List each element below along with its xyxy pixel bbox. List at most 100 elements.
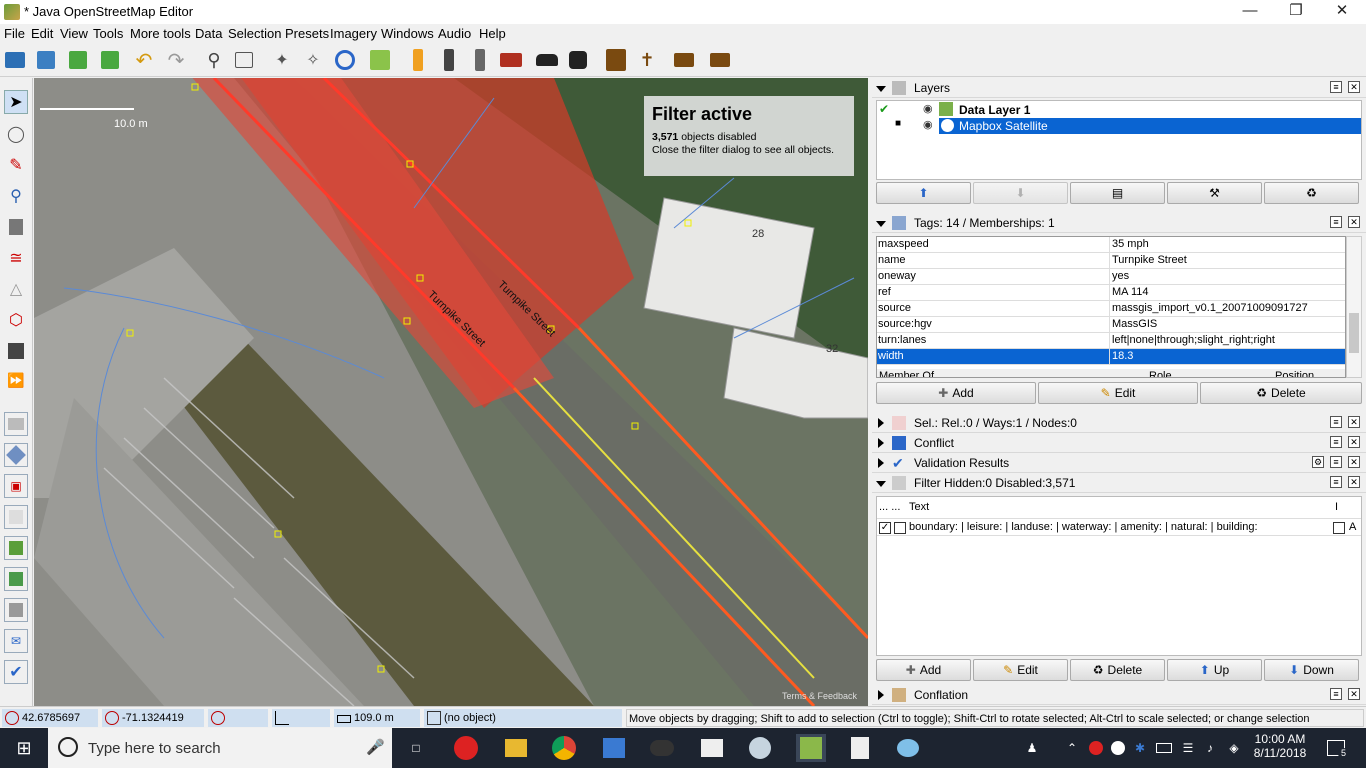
preferences-icon[interactable]: [232, 48, 256, 72]
collapse-icon[interactable]: [876, 221, 886, 227]
draw-nodes-icon[interactable]: ✎: [4, 153, 28, 177]
filter-enabled-checkbox[interactable]: ✓: [879, 522, 891, 534]
menu-view[interactable]: View: [60, 26, 88, 41]
toggle-selection-icon[interactable]: ▣: [4, 474, 28, 498]
filter-panel-header[interactable]: Filter Hidden:0 Disabled:3,571 ≡ ✕: [872, 473, 1366, 493]
chrome-icon[interactable]: [550, 734, 578, 762]
more-tools-icon[interactable]: ⏩: [4, 368, 28, 392]
layers-panel-header[interactable]: Layers ≡ ✕: [872, 78, 1366, 98]
filter-down-button[interactable]: ⬇ Down: [1264, 659, 1359, 681]
menu-file[interactable]: File: [4, 26, 25, 41]
undock-icon[interactable]: ≡: [1330, 476, 1342, 488]
task-view-icon[interactable]: □: [402, 734, 430, 762]
tourism-icon[interactable]: [604, 48, 628, 72]
clock[interactable]: 10:00 AM 8/11/2018: [1250, 732, 1310, 760]
tag-row[interactable]: maxspeed 35 mph: [877, 237, 1345, 253]
visibility-eye-icon[interactable]: ◉: [923, 102, 933, 115]
filter-hide-checkbox[interactable]: [894, 522, 906, 534]
filter-table[interactable]: ... ... Text I ✓ boundary: | leisure: | …: [876, 496, 1362, 656]
tags-scrollbar[interactable]: [1346, 236, 1362, 378]
clapperboard-icon[interactable]: [698, 734, 726, 762]
close-panel-icon[interactable]: ✕: [1348, 216, 1360, 228]
orthogonalize-icon[interactable]: [368, 48, 392, 72]
notifications-icon[interactable]: 5: [1322, 734, 1350, 762]
validation-panel-header[interactable]: ✔ Validation Results ⚙ ≡ ✕: [872, 453, 1366, 473]
toggle-minimap-icon[interactable]: [4, 598, 28, 622]
toggle-relations-icon[interactable]: [4, 505, 28, 529]
close-panel-icon[interactable]: ✕: [1348, 456, 1360, 468]
windows-start-icon[interactable]: ⊞: [10, 734, 38, 762]
tag-row[interactable]: source:hgv MassGIS: [877, 317, 1345, 333]
menu-edit[interactable]: Edit: [31, 26, 53, 41]
toggle-author-icon[interactable]: [4, 567, 28, 591]
conflation-panel-header[interactable]: Conflation ≡ ✕: [872, 685, 1366, 705]
app-red-icon[interactable]: [452, 734, 480, 762]
selection-panel-header[interactable]: Sel.: Rel.:0 / Ways:1 / Nodes:0 ≡ ✕: [872, 413, 1366, 433]
delete-layer-button[interactable]: ♻: [1264, 182, 1359, 204]
move-down-button[interactable]: ⬇: [973, 182, 1068, 204]
merge-layer-button[interactable]: ▤: [1070, 182, 1165, 204]
close-button[interactable]: ✕: [1319, 0, 1365, 24]
conflict-panel-header[interactable]: Conflict ≡ ✕: [872, 433, 1366, 453]
add-filter-button[interactable]: ✚ Add: [876, 659, 971, 681]
menu-data[interactable]: Data: [195, 26, 222, 41]
improve-way-icon[interactable]: △: [4, 277, 28, 301]
menu-more-tools[interactable]: More tools: [130, 26, 191, 41]
undock-icon[interactable]: ≡: [1330, 436, 1342, 448]
industrial-icon[interactable]: [708, 48, 732, 72]
tag-row-selected[interactable]: width 18.3: [877, 349, 1345, 365]
undo-icon[interactable]: ↶: [132, 48, 156, 72]
collapse-icon[interactable]: [876, 86, 886, 92]
close-panel-icon[interactable]: ✕: [1348, 476, 1360, 488]
parallel-way-icon[interactable]: ≅: [4, 246, 28, 270]
paint-icon[interactable]: [894, 734, 922, 762]
menu-tools[interactable]: Tools: [93, 26, 123, 41]
bus-icon[interactable]: [566, 48, 590, 72]
expand-icon[interactable]: [878, 690, 884, 700]
tag-row[interactable]: turn:lanes left|none|through;slight_right…: [877, 333, 1345, 349]
expand-icon[interactable]: [878, 438, 884, 448]
tag-row[interactable]: name Turnpike Street: [877, 253, 1345, 269]
close-panel-icon[interactable]: ✕: [1348, 436, 1360, 448]
layer-row[interactable]: ✔ ◉ Data Layer 1: [877, 102, 1361, 117]
undock-icon[interactable]: ≡: [1330, 216, 1342, 228]
filter-up-button[interactable]: ⬆ Up: [1167, 659, 1262, 681]
toggle-history-icon[interactable]: [4, 536, 28, 560]
delete-mode-icon[interactable]: [4, 215, 28, 239]
extrude-icon[interactable]: ⬡: [4, 308, 28, 332]
open-file-icon[interactable]: [3, 48, 27, 72]
road-icon[interactable]: [437, 48, 461, 72]
barrier-wall-icon[interactable]: [499, 48, 523, 72]
restaurant-icon[interactable]: ✝: [635, 48, 659, 72]
menu-windows[interactable]: Windows: [381, 26, 434, 41]
move-up-button[interactable]: ⬆: [876, 182, 971, 204]
menu-audio[interactable]: Audio: [438, 26, 471, 41]
calculator-icon[interactable]: [846, 734, 874, 762]
toggle-conflict-icon[interactable]: ✉: [4, 629, 28, 653]
edit-tag-button[interactable]: ✎ Edit: [1038, 382, 1198, 404]
buildings-tool-icon[interactable]: [4, 339, 28, 363]
combine-way-icon[interactable]: ✦: [270, 48, 294, 72]
spark-icon[interactable]: [648, 734, 676, 762]
close-panel-icon[interactable]: ✕: [1348, 81, 1360, 93]
redo-icon[interactable]: ↷: [164, 48, 188, 72]
toggle-layers-icon[interactable]: [4, 412, 28, 436]
undock-icon[interactable]: ≡: [1330, 688, 1342, 700]
undock-icon[interactable]: ≡: [1330, 81, 1342, 93]
layer-row-selected[interactable]: Mapbox Satellite: [939, 118, 1361, 134]
expand-icon[interactable]: [878, 418, 884, 428]
minimize-button[interactable]: —: [1227, 0, 1273, 24]
imagery-attribution[interactable]: Terms & Feedback: [782, 691, 857, 701]
tags-panel-header[interactable]: Tags: 14 / Memberships: 1 ≡ ✕: [872, 213, 1366, 233]
restore-button[interactable]: ❐: [1273, 0, 1319, 24]
tag-row[interactable]: source massgis_import_v0.1_20071009091727: [877, 301, 1345, 317]
circle-arrows-icon[interactable]: [333, 48, 357, 72]
close-panel-icon[interactable]: ✕: [1348, 688, 1360, 700]
select-mode-icon[interactable]: ➤: [4, 90, 28, 114]
josm-taskbar-icon[interactable]: [796, 734, 826, 762]
undock-icon[interactable]: ≡: [1330, 416, 1342, 428]
layer-settings-button[interactable]: ⚒: [1167, 182, 1262, 204]
tag-row[interactable]: ref MA 114: [877, 285, 1345, 301]
preferences-icon[interactable]: ⚙: [1312, 456, 1324, 468]
split-way-icon[interactable]: ✧: [301, 48, 325, 72]
